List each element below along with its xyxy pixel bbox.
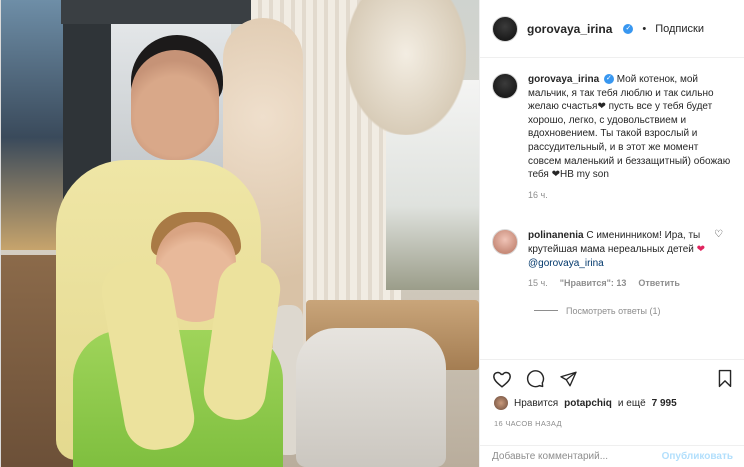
liker-avatar[interactable] (494, 396, 508, 410)
save-bookmark-icon[interactable] (717, 369, 733, 388)
commenter-avatar[interactable] (492, 229, 518, 256)
comment-meta: 15 ч. "Нравится": 13 Ответить (528, 277, 733, 291)
post-header: gorovaya_irina ✓ • Подписки (480, 0, 744, 58)
caption-body: gorovaya_irina ✓ Мой котенок, мой мальчи… (528, 73, 733, 202)
caption-time[interactable]: 16 ч. (528, 189, 548, 203)
comment-bubble-icon[interactable] (526, 369, 545, 388)
comment-like-heart-icon[interactable]: ♡ (714, 229, 723, 240)
likes-summary: Нравится potapchiq и ещё 7 995 (494, 396, 677, 410)
verified-badge-icon: ✓ (603, 74, 614, 85)
post-side-panel: gorovaya_irina ✓ • Подписки gorovaya_iri… (479, 0, 744, 467)
likes-suffix: и ещё (617, 397, 646, 409)
publish-button[interactable]: Опубликовать (662, 451, 733, 462)
chandelier (346, 0, 466, 135)
likes-prefix: Нравится (514, 397, 559, 409)
likes-count[interactable]: 7 995 (652, 398, 677, 409)
liker-username[interactable]: potapchiq (564, 398, 612, 409)
like-heart-icon[interactable] (492, 370, 512, 388)
post-timestamp[interactable]: 16 ЧАСОВ НАЗАД (494, 419, 562, 428)
view-replies-label: Посмотреть ответы (1) (566, 305, 661, 316)
replies-line-divider (534, 310, 558, 312)
view-replies-button[interactable]: Посмотреть ответы (1) (534, 306, 733, 316)
window-frame-top (61, 0, 251, 24)
comment-likes[interactable]: "Нравится": 13 (560, 277, 627, 291)
caption-author-avatar[interactable] (492, 73, 518, 99)
header-separator: • (642, 22, 647, 35)
caption-author[interactable]: gorovaya_irina (528, 74, 599, 85)
chair (296, 328, 446, 467)
reply-button[interactable]: Ответить (638, 277, 680, 291)
woman-face (131, 50, 219, 160)
comment-item: polinanenia С именинником! Ира, ты круте… (492, 229, 733, 290)
caption-meta: 16 ч. (528, 189, 733, 203)
share-paper-plane-icon[interactable] (559, 370, 578, 388)
comment-body: polinanenia С именинником! Ира, ты круте… (528, 229, 733, 290)
instagram-post: gorovaya_irina ✓ • Подписки gorovaya_iri… (0, 0, 744, 467)
comment-input[interactable] (492, 451, 662, 462)
red-heart-emoji-icon: ❤ (696, 243, 706, 255)
action-bar (480, 359, 744, 397)
verified-badge-icon: ✓ (623, 23, 634, 34)
commenter-username[interactable]: polinanenia (528, 230, 584, 241)
caption-text: Мой котенок, мой мальчик, я так тебя люб… (528, 74, 731, 181)
add-comment-bar: Опубликовать (480, 445, 744, 467)
comment-time[interactable]: 15 ч. (528, 277, 548, 291)
comment-mention[interactable]: @gorovaya_irina (528, 258, 604, 269)
comments-section[interactable]: gorovaya_irina ✓ Мой котенок, мой мальчи… (480, 59, 744, 359)
post-photo[interactable] (1, 0, 479, 467)
caption: gorovaya_irina ✓ Мой котенок, мой мальчи… (492, 73, 733, 202)
author-username[interactable]: gorovaya_irina (527, 22, 612, 36)
author-avatar[interactable] (492, 15, 518, 42)
following-button[interactable]: Подписки (655, 23, 704, 35)
